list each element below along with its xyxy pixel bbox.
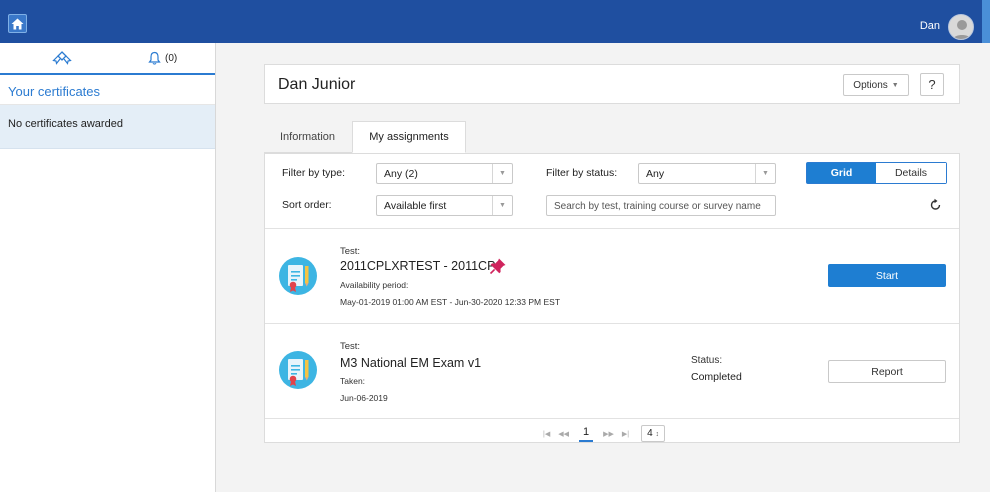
divider <box>265 418 959 419</box>
first-page-icon[interactable]: |◀ <box>543 430 550 438</box>
divider <box>265 228 959 229</box>
next-page-icon[interactable]: ▶▶ <box>603 430 614 438</box>
certificate-ribbon-icon <box>52 51 72 65</box>
start-button[interactable]: Start <box>828 264 946 287</box>
sort-order-select[interactable]: Available first ▼ <box>376 195 513 216</box>
filter-type-label: Filter by type: <box>282 167 346 179</box>
sort-order-value: Available first <box>384 200 447 212</box>
assignments-panel: Filter by type: Any (2) ▼ Filter by stat… <box>264 153 960 443</box>
page-title: Dan Junior <box>278 76 356 93</box>
home-icon <box>11 18 24 29</box>
chevron-down-icon: ▼ <box>492 196 512 215</box>
top-navigation-bar: Dan <box>0 0 990 43</box>
taken-date: Jun-06-2019 <box>340 393 388 403</box>
report-button[interactable]: Report <box>828 360 946 383</box>
sidebar-tabs: (0) <box>0 43 215 75</box>
chevron-down-icon: ▼ <box>492 164 512 183</box>
filter-status-label: Filter by status: <box>546 167 618 179</box>
pagination: |◀ ◀◀ 1 ▶▶ ▶| 4 ↕ <box>539 425 665 442</box>
assignment-title: 2011CPLXRTEST - 2011CP <box>340 259 496 273</box>
view-grid-button[interactable]: Grid <box>807 163 876 183</box>
page-size-value: 4 <box>647 428 653 439</box>
assignment-type-label: Test: <box>340 246 361 257</box>
help-button[interactable]: ? <box>920 73 944 96</box>
profile-tabs: Information My assignments <box>264 121 466 154</box>
chevron-down-icon: ▼ <box>755 164 775 183</box>
divider <box>265 323 959 324</box>
assignment-type-label: Test: <box>340 341 361 352</box>
pin-icon[interactable] <box>489 257 507 280</box>
profile-header: Dan Junior Options ▼ ? <box>264 64 960 104</box>
options-button[interactable]: Options ▼ <box>843 74 909 96</box>
test-document-icon <box>279 257 317 295</box>
availability-period-value: May-01-2019 01:00 AM EST - Jun-30-2020 1… <box>340 297 561 307</box>
sidebar-section-title[interactable]: Your certificates <box>0 75 215 105</box>
home-button[interactable] <box>8 14 27 33</box>
user-name[interactable]: Dan <box>920 20 940 32</box>
previous-page-icon[interactable]: ◀◀ <box>558 430 569 438</box>
filter-status-select[interactable]: Any ▼ <box>638 163 776 184</box>
tab-notifications[interactable]: (0) <box>148 51 177 65</box>
search-input[interactable]: Search by test, training course or surve… <box>546 195 776 216</box>
sidebar-empty-message: No certificates awarded <box>0 105 215 149</box>
assignment-title: M3 National EM Exam v1 <box>340 356 482 370</box>
filter-type-value: Any (2) <box>384 168 418 180</box>
options-label: Options <box>853 79 888 91</box>
user-avatar-icon[interactable] <box>948 14 974 40</box>
last-page-icon[interactable]: ▶| <box>622 430 629 438</box>
availability-period-label: Availability period: <box>340 280 409 290</box>
test-document-icon <box>279 351 317 389</box>
current-page[interactable]: 1 <box>578 426 594 442</box>
status-value: Completed <box>691 371 742 383</box>
tab-certificates[interactable] <box>52 51 72 70</box>
sidebar: (0) Your certificates No certificates aw… <box>0 43 216 492</box>
refresh-button[interactable] <box>929 198 942 214</box>
notifications-count: (0) <box>165 52 178 64</box>
filter-status-value: Any <box>646 168 665 180</box>
bell-icon <box>148 51 161 65</box>
refresh-icon <box>930 198 941 210</box>
view-details-button[interactable]: Details <box>876 163 946 183</box>
topbar-accent <box>982 0 990 43</box>
taken-label: Taken: <box>340 376 366 386</box>
view-toggle: Grid Details <box>806 162 947 184</box>
page-size-select[interactable]: 4 ↕ <box>641 425 665 442</box>
tab-information[interactable]: Information <box>264 121 352 153</box>
chevron-down-icon: ▼ <box>891 81 899 89</box>
sort-order-label: Sort order: <box>282 199 332 211</box>
status-label: Status: <box>691 355 723 366</box>
stepper-icon: ↕ <box>655 431 659 438</box>
filter-type-select[interactable]: Any (2) ▼ <box>376 163 513 184</box>
tab-my-assignments[interactable]: My assignments <box>352 121 466 153</box>
